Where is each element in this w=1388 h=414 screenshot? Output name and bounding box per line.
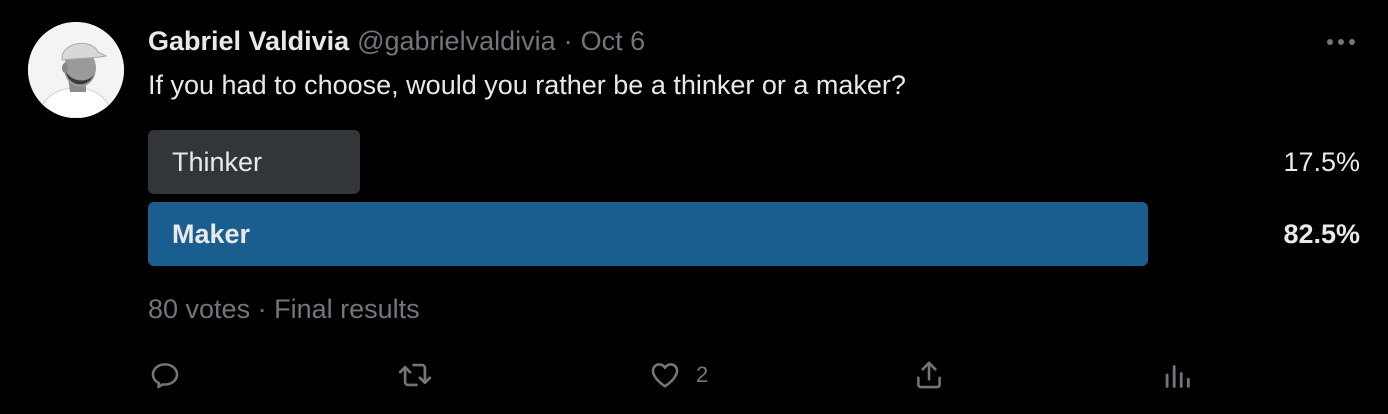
tweet-date[interactable]: Oct 6 bbox=[581, 26, 646, 57]
reply-icon bbox=[151, 363, 179, 389]
avatar[interactable] bbox=[28, 22, 124, 118]
poll-option-percent: 17.5% bbox=[1283, 147, 1360, 177]
poll-option-label: Thinker bbox=[172, 147, 263, 177]
tweet: Gabriel Valdivia @gabrielvaldivia · Oct … bbox=[0, 0, 1388, 414]
header-separator: · bbox=[563, 26, 573, 56]
poll-vote-count: 80 votes bbox=[148, 294, 251, 324]
poll-meta-separator: · bbox=[257, 294, 267, 324]
tweet-text: If you had to choose, would you rather b… bbox=[148, 70, 906, 100]
analytics-button[interactable] bbox=[1160, 352, 1208, 398]
poll-option-label: Maker bbox=[172, 219, 251, 249]
heart-icon bbox=[651, 363, 679, 388]
tweet-header: Gabriel Valdivia @gabrielvaldivia · Oct … bbox=[148, 26, 645, 60]
user-photo-avatar-icon bbox=[28, 22, 124, 118]
share-button[interactable] bbox=[912, 352, 960, 398]
reply-button[interactable] bbox=[148, 352, 196, 398]
poll-status: Final results bbox=[274, 294, 420, 324]
analytics-icon bbox=[1165, 365, 1190, 388]
poll-option-percent: 82.5% bbox=[1283, 219, 1360, 249]
retweet-icon bbox=[398, 363, 432, 387]
tweet-actions: 2 bbox=[148, 352, 1208, 398]
poll-option-maker[interactable]: Maker 82.5% bbox=[148, 202, 1360, 266]
retweet-button[interactable] bbox=[396, 352, 448, 398]
more-options-button[interactable] bbox=[1324, 32, 1358, 52]
more-horizontal-icon bbox=[1327, 39, 1355, 45]
poll-meta: 80 votes · Final results bbox=[148, 294, 420, 325]
like-button[interactable]: 2 bbox=[648, 352, 708, 398]
share-icon bbox=[917, 361, 941, 389]
poll-option-thinker[interactable]: Thinker 17.5% bbox=[148, 130, 1360, 194]
poll-bar bbox=[148, 202, 1148, 266]
author-handle[interactable]: @gabrielvaldivia bbox=[357, 26, 556, 57]
like-count: 2 bbox=[696, 362, 709, 387]
author-display-name[interactable]: Gabriel Valdivia bbox=[148, 26, 349, 57]
poll: Thinker 17.5% Maker 82.5% bbox=[148, 130, 1360, 274]
